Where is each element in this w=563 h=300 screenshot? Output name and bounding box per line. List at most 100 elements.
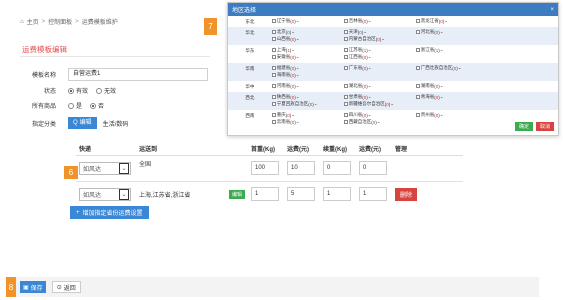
chevron-down-icon[interactable]: ⌄: [377, 119, 381, 125]
province-item[interactable]: 河南省(0) ⌄: [271, 83, 344, 89]
checkbox-icon[interactable]: [271, 66, 276, 70]
checkbox-icon[interactable]: [415, 113, 420, 117]
province-item[interactable]: 河北省(0) ⌄: [415, 29, 488, 35]
chevron-down-icon[interactable]: ⌄: [440, 29, 444, 35]
extra-fee-input[interactable]: 1: [359, 187, 387, 202]
first-fee-input[interactable]: 10: [287, 161, 315, 175]
checkbox-icon[interactable]: [343, 95, 348, 99]
chevron-down-icon[interactable]: ⌄: [296, 72, 300, 78]
province-item[interactable]: 天津(0) ⌄: [343, 29, 416, 35]
province-item[interactable]: 黑龙江省(0) ⌄: [415, 18, 488, 24]
province-item[interactable]: 西藏自治区(0) ⌄: [343, 119, 416, 125]
province-item[interactable]: 新疆维吾尔自治区(0) ⌄: [343, 101, 416, 107]
chevron-down-icon[interactable]: ⌄: [314, 101, 318, 107]
province-item[interactable]: 宁夏回族自治区(0) ⌄: [271, 101, 344, 107]
chevron-down-icon[interactable]: ⌄: [291, 112, 295, 118]
confirm-button[interactable]: 确定: [514, 122, 533, 131]
checkbox-icon[interactable]: [415, 19, 420, 23]
chevron-down-icon[interactable]: ⌄: [368, 83, 372, 89]
chevron-down-icon[interactable]: ⌄: [291, 47, 295, 53]
region-name[interactable]: 华南: [228, 65, 272, 72]
chevron-down-icon[interactable]: ⌄: [296, 65, 300, 71]
save-button[interactable]: ▣ 保存: [20, 281, 46, 293]
chevron-down-icon[interactable]: ⌄: [296, 83, 300, 89]
chevron-down-icon[interactable]: ⌄: [296, 36, 300, 42]
chevron-down-icon[interactable]: ⌄: [440, 83, 444, 89]
checkbox-icon[interactable]: [271, 102, 276, 106]
province-item[interactable]: 陕西省(0) ⌄: [271, 94, 344, 100]
checkbox-icon[interactable]: [271, 95, 276, 99]
chevron-down-icon[interactable]: ⌄: [368, 65, 372, 71]
checkbox-icon[interactable]: [271, 30, 276, 34]
checkbox-icon[interactable]: [271, 73, 276, 77]
province-item[interactable]: 福建省(0) ⌄: [271, 65, 344, 71]
province-item[interactable]: 辽宁省(0) ⌄: [271, 18, 344, 24]
checkbox-icon[interactable]: [343, 37, 348, 41]
breadcrumb-home[interactable]: 主页: [27, 17, 39, 26]
province-item[interactable]: 海南省(0) ⌄: [271, 72, 344, 78]
chevron-down-icon[interactable]: ⌄: [296, 54, 300, 60]
add-province-fee-button[interactable]: + 增加指定省份运费设置: [70, 206, 149, 219]
checkbox-icon[interactable]: [271, 48, 276, 52]
status-invalid-radio[interactable]: 无效: [96, 86, 116, 95]
checkbox-icon[interactable]: [343, 48, 348, 52]
back-button[interactable]: ⊙ 返回: [51, 281, 81, 293]
province-item[interactable]: 江苏省(1) ⌄: [343, 47, 416, 53]
checkbox-icon[interactable]: [343, 66, 348, 70]
chevron-down-icon[interactable]: ⌄: [444, 18, 448, 24]
chevron-down-icon[interactable]: ⌄: [390, 101, 394, 107]
province-item[interactable]: 安徽省(0) ⌄: [271, 54, 344, 60]
chevron-down-icon[interactable]: ⌄: [368, 112, 372, 118]
checkbox-icon[interactable]: [343, 55, 348, 59]
province-item[interactable]: 山西省(0) ⌄: [271, 36, 344, 42]
province-item[interactable]: 浙江省(1) ⌄: [415, 47, 488, 53]
region-name[interactable]: 西南: [228, 112, 272, 119]
chevron-down-icon[interactable]: ⌄: [368, 47, 372, 53]
checkbox-icon[interactable]: [271, 19, 276, 23]
checkbox-icon[interactable]: [415, 95, 420, 99]
province-item[interactable]: 青海省(0) ⌄: [415, 94, 488, 100]
region-name[interactable]: 西北: [228, 94, 272, 101]
checkbox-icon[interactable]: [271, 55, 276, 59]
delete-button[interactable]: 删除: [395, 187, 418, 201]
checkbox-icon[interactable]: [343, 113, 348, 117]
chevron-down-icon[interactable]: ⌄: [368, 94, 372, 100]
province-item[interactable]: 云南省(0) ⌄: [271, 119, 344, 125]
province-item[interactable]: 湖南省(0) ⌄: [415, 83, 488, 89]
checkbox-icon[interactable]: [343, 120, 348, 124]
checkbox-icon[interactable]: [271, 37, 276, 41]
checkbox-icon[interactable]: [271, 84, 276, 88]
province-item[interactable]: 贵州省(0) ⌄: [415, 112, 488, 118]
province-item[interactable]: 甘肃省(0) ⌄: [343, 94, 416, 100]
chevron-down-icon[interactable]: ⌄: [368, 54, 372, 60]
chevron-down-icon[interactable]: ⌄: [440, 47, 444, 53]
all-goods-no-radio[interactable]: 否: [90, 101, 104, 110]
category-edit-button[interactable]: Q 编辑: [68, 117, 97, 129]
breadcrumb-dashboard[interactable]: 控制面板: [48, 17, 72, 26]
province-item[interactable]: 四川省(0) ⌄: [343, 112, 416, 118]
cancel-button[interactable]: 取消: [535, 122, 554, 131]
status-valid-radio[interactable]: 有效: [68, 86, 88, 95]
carrier-select[interactable]: 如风达 ⌄: [79, 161, 131, 175]
template-name-input[interactable]: 自营运费1: [68, 68, 208, 81]
province-item[interactable]: 江西省(0) ⌄: [343, 54, 416, 60]
close-icon[interactable]: ×: [550, 7, 554, 13]
checkbox-icon[interactable]: [415, 30, 420, 34]
checkbox-icon[interactable]: [343, 102, 348, 106]
carrier-select[interactable]: 如风达 ⌄: [79, 187, 131, 201]
chevron-down-icon[interactable]: ⌄: [296, 94, 300, 100]
region-name[interactable]: 东北: [228, 18, 272, 25]
province-item[interactable]: 重庆(0) ⌄: [271, 112, 344, 118]
chevron-down-icon[interactable]: ⌄: [368, 18, 372, 24]
checkbox-icon[interactable]: [343, 19, 348, 23]
province-item[interactable]: 北京(0) ⌄: [271, 29, 344, 35]
extra-weight-input[interactable]: 1: [323, 187, 351, 202]
chevron-down-icon[interactable]: ⌄: [291, 29, 295, 35]
chevron-down-icon[interactable]: ⌄: [381, 36, 385, 42]
region-name[interactable]: 华中: [228, 83, 272, 90]
checkbox-icon[interactable]: [415, 84, 420, 88]
chevron-down-icon[interactable]: ⌄: [296, 119, 300, 125]
chevron-down-icon[interactable]: ⌄: [440, 112, 444, 118]
destination-edit-button[interactable]: 编辑: [228, 189, 245, 199]
region-name[interactable]: 华东: [228, 47, 272, 54]
